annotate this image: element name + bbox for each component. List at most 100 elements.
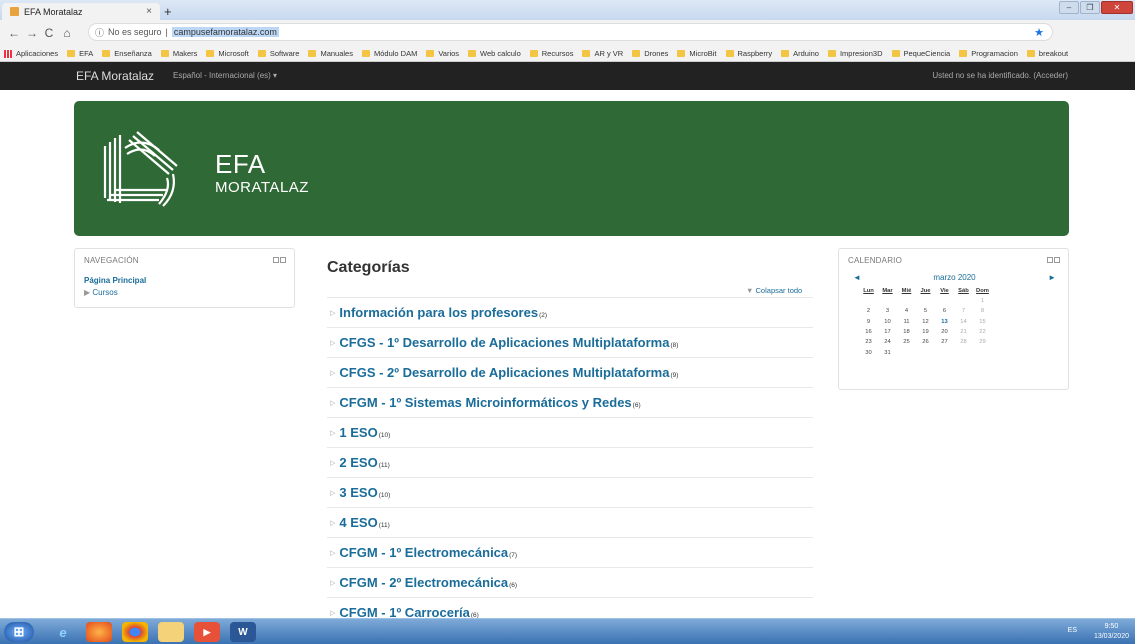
calendar-day[interactable]: 14 bbox=[954, 317, 973, 327]
taskbar-clock[interactable]: 9:50 13/03/2020 bbox=[1094, 622, 1129, 642]
bookmark-folder[interactable]: Varios bbox=[426, 49, 459, 58]
category-link[interactable]: CFGM - 1º Sistemas Microinformáticos y R… bbox=[339, 395, 631, 410]
category-link[interactable]: CFGS - 1º Desarrollo de Aplicaciones Mul… bbox=[339, 335, 669, 350]
expand-triangle-icon[interactable]: ▷ bbox=[330, 579, 335, 587]
expand-triangle-icon[interactable]: ▷ bbox=[330, 309, 335, 317]
expand-triangle-icon[interactable]: ▷ bbox=[330, 429, 335, 437]
calendar-day[interactable]: 11 bbox=[897, 317, 916, 327]
expand-triangle-icon[interactable]: ▷ bbox=[330, 459, 335, 467]
calendar-day[interactable]: 1 bbox=[973, 296, 992, 306]
courses-link[interactable]: ▶ Cursos bbox=[84, 288, 118, 297]
bookmark-folder[interactable]: Manuales bbox=[308, 49, 353, 58]
category-link[interactable]: 2 ESO bbox=[339, 455, 377, 470]
close-window-button[interactable]: ✕ bbox=[1101, 1, 1133, 14]
calendar-day[interactable]: 30 bbox=[859, 347, 878, 357]
calendar-day[interactable]: 21 bbox=[954, 327, 973, 337]
calendar-day[interactable]: 3 bbox=[878, 306, 897, 316]
word-icon[interactable]: W bbox=[230, 622, 256, 642]
calendar-day[interactable]: 20 bbox=[935, 327, 954, 337]
calendar-day[interactable]: 4 bbox=[897, 306, 916, 316]
category-link[interactable]: Información para los profesores bbox=[339, 305, 538, 320]
expand-triangle-icon[interactable]: ▷ bbox=[330, 609, 335, 617]
info-icon[interactable]: ⓘ bbox=[95, 26, 104, 39]
calendar-day[interactable]: 9 bbox=[859, 317, 878, 327]
calendar-day[interactable]: 12 bbox=[916, 317, 935, 327]
expand-triangle-icon[interactable]: ▷ bbox=[330, 339, 335, 347]
calendar-day[interactable]: 23 bbox=[859, 337, 878, 347]
ie-icon[interactable]: e bbox=[50, 622, 76, 642]
dock-icon[interactable] bbox=[1047, 257, 1053, 263]
calendar-day[interactable]: 6 bbox=[935, 306, 954, 316]
login-link[interactable]: Usted no se ha identificado. (Acceder) bbox=[932, 71, 1068, 80]
calendar-day[interactable]: 2 bbox=[859, 306, 878, 316]
calendar-day[interactable]: 18 bbox=[897, 327, 916, 337]
bookmark-folder[interactable]: Módulo DAM bbox=[361, 49, 417, 58]
bookmark-folder[interactable]: Raspberry bbox=[725, 49, 772, 58]
bookmark-folder[interactable]: PequeCiencia bbox=[891, 49, 950, 58]
home-icon[interactable]: ⌂ bbox=[62, 26, 72, 40]
expand-triangle-icon[interactable]: ▷ bbox=[330, 399, 335, 407]
forward-icon[interactable]: → bbox=[26, 26, 38, 40]
category-link[interactable]: CFGM - 2º Electromecánica bbox=[339, 575, 508, 590]
category-link[interactable]: 3 ESO bbox=[339, 485, 377, 500]
maximize-button[interactable]: ❐ bbox=[1080, 1, 1100, 14]
calendar-day[interactable]: 16 bbox=[859, 327, 878, 337]
calendar-day[interactable]: 5 bbox=[916, 306, 935, 316]
bookmark-folder[interactable]: Arduino bbox=[781, 49, 819, 58]
calendar-day[interactable]: 17 bbox=[878, 327, 897, 337]
home-link[interactable]: Página Principal bbox=[84, 276, 146, 285]
bookmark-folder[interactable]: breakout bbox=[1026, 49, 1068, 58]
language-selector[interactable]: Español - Internacional (es) ▾ bbox=[173, 71, 277, 80]
bookmark-folder[interactable]: MicroBit bbox=[677, 49, 717, 58]
calendar-day[interactable]: 29 bbox=[973, 337, 992, 347]
firefox-icon[interactable] bbox=[86, 622, 112, 642]
category-link[interactable]: CFGM - 1º Electromecánica bbox=[339, 545, 508, 560]
calendar-day[interactable]: 28 bbox=[954, 337, 973, 347]
back-icon[interactable]: ← bbox=[8, 26, 20, 40]
file-explorer-icon[interactable] bbox=[158, 622, 184, 642]
expand-triangle-icon[interactable]: ▷ bbox=[330, 519, 335, 527]
chrome-icon[interactable] bbox=[122, 622, 148, 642]
bookmark-folder[interactable]: Drones bbox=[632, 49, 668, 58]
dock-icon[interactable] bbox=[273, 257, 279, 263]
expand-triangle-icon[interactable]: ▷ bbox=[330, 549, 335, 557]
bookmark-folder[interactable]: AR y VR bbox=[582, 49, 623, 58]
category-link[interactable]: 1 ESO bbox=[339, 425, 377, 440]
minimize-button[interactable]: – bbox=[1059, 1, 1079, 14]
site-brand-link[interactable]: EFA Moratalaz bbox=[76, 69, 154, 83]
calendar-day[interactable]: 10 bbox=[878, 317, 897, 327]
collapse-icon[interactable] bbox=[1054, 257, 1060, 263]
collapse-all-link[interactable]: ▼ Colapsar todo bbox=[746, 286, 802, 295]
bookmark-folder[interactable]: Programacion bbox=[959, 49, 1018, 58]
expand-triangle-icon[interactable]: ▷ bbox=[330, 369, 335, 377]
expand-triangle-icon[interactable]: ▷ bbox=[330, 489, 335, 497]
bookmark-folder[interactable]: Enseñanza bbox=[102, 49, 152, 58]
calendar-day[interactable]: 22 bbox=[973, 327, 992, 337]
calendar-month[interactable]: marzo 2020 bbox=[848, 273, 1061, 282]
start-button-icon[interactable]: ⊞ bbox=[4, 622, 34, 642]
calendar-day[interactable]: 19 bbox=[916, 327, 935, 337]
collapse-icon[interactable] bbox=[280, 257, 286, 263]
bookmark-folder[interactable]: Impresion3D bbox=[827, 49, 883, 58]
new-tab-button[interactable]: + bbox=[164, 4, 172, 19]
calendar-day[interactable]: 26 bbox=[916, 337, 935, 347]
category-link[interactable]: 4 ESO bbox=[339, 515, 377, 530]
reload-icon[interactable]: C bbox=[44, 26, 54, 40]
calendar-day[interactable]: 15 bbox=[973, 317, 992, 327]
browser-tab[interactable]: EFA Moratalaz × bbox=[2, 3, 160, 20]
calendar-day[interactable]: 31 bbox=[878, 347, 897, 357]
apps-bookmark[interactable]: Aplicaciones bbox=[4, 49, 58, 58]
bookmark-star-icon[interactable]: ★ bbox=[1034, 26, 1044, 39]
next-month-icon[interactable]: ► bbox=[1048, 273, 1056, 282]
bookmark-folder[interactable]: Microsoft bbox=[206, 49, 249, 58]
bookmark-folder[interactable]: Software bbox=[257, 49, 299, 58]
calendar-day[interactable]: 8 bbox=[973, 306, 992, 316]
calendar-day[interactable]: 27 bbox=[935, 337, 954, 347]
category-link[interactable]: CFGS - 2º Desarrollo de Aplicaciones Mul… bbox=[339, 365, 669, 380]
tab-close-icon[interactable]: × bbox=[146, 6, 152, 17]
bookmark-folder[interactable]: Recursos bbox=[529, 49, 573, 58]
bookmark-folder[interactable]: Web calculo bbox=[468, 49, 521, 58]
tray-language[interactable]: ES bbox=[1068, 627, 1077, 634]
url-text[interactable]: campusefamoratalaz.com bbox=[171, 27, 279, 37]
calendar-day[interactable]: 7 bbox=[954, 306, 973, 316]
